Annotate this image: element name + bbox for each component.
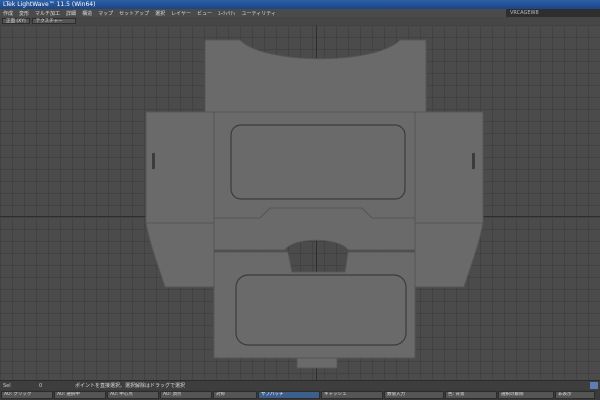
mesh-bottom-tab [296, 357, 338, 369]
mesh-center-upper [213, 111, 416, 219]
title-bar: LTek LightWave™ 11.5 (Win64) [0, 0, 600, 9]
deselect-button[interactable]: 選択の解除 [498, 391, 554, 399]
mesh-left-slot [152, 153, 155, 169]
window-title: LTek LightWave™ 11.5 (Win64) [3, 1, 96, 8]
status-bar: Sel 0 ポイントを直接選択。選択解除はドラッグで選択 [0, 380, 600, 390]
menu-item-select[interactable]: 選択 [152, 10, 168, 17]
ao-vertex-button[interactable]: AO: 頂点 [160, 391, 212, 399]
menu-item-layer[interactable]: レイヤー [168, 10, 194, 17]
color-bg-button[interactable]: 色: 背景 [445, 391, 497, 399]
menu-item-create[interactable]: 作成 [0, 10, 16, 17]
hide-button[interactable]: 非表示 [555, 391, 595, 399]
view-shading-dropdown[interactable]: テクスチャー [31, 18, 76, 24]
menu-item-view[interactable]: ビュー [194, 10, 215, 17]
layer-selector[interactable]: VRCAGEW8 [506, 9, 600, 17]
menu-item-construct[interactable]: 構造 [79, 10, 95, 17]
cache-button[interactable]: キャッシュ [321, 391, 383, 399]
menu-item-modify[interactable]: 変形 [16, 10, 32, 17]
menu-item-detail[interactable]: 詳細 [63, 10, 79, 17]
menu-item-multiply[interactable]: マルチ加工 [32, 10, 63, 17]
menu-item-utility-short[interactable]: ﾕｰﾃｨﾘﾃｨ [215, 10, 239, 17]
view-projection-dropdown[interactable]: 正面 (XY) [2, 18, 30, 24]
symmetry-button[interactable]: 対称 [213, 391, 257, 399]
mesh-left-wing [145, 111, 215, 224]
mesh-model[interactable] [0, 25, 600, 380]
sel-count: 0 [39, 382, 43, 389]
mesh-lower-panel [213, 251, 416, 359]
ao-center-button[interactable]: AO: 中心点 [107, 391, 159, 399]
ao-click-button[interactable]: AO: クリック [1, 391, 53, 399]
numeric-button[interactable]: 数値入力 [384, 391, 444, 399]
mesh-left-flare [145, 222, 215, 288]
mesh-right-flare [414, 222, 484, 288]
bottom-toolbar: AO: クリック AO: 選択中 AO: 中心点 AO: 頂点 対称 サブパッチ… [0, 390, 600, 400]
menu-item-setup[interactable]: セットアップ [116, 10, 152, 17]
menu-item-utility[interactable]: ユーティリティ [239, 10, 279, 17]
mesh-top-panel [204, 39, 427, 116]
status-message: ポイントを直接選択。選択解除はドラッグで選択 [75, 383, 186, 389]
menu-item-map[interactable]: マップ [95, 10, 116, 17]
mesh-right-slot [472, 153, 475, 169]
viewport-header: 正面 (XY) テクスチャー [0, 17, 600, 25]
ao-selected-button[interactable]: AO: 選択中 [54, 391, 106, 399]
window-corner-icon[interactable] [590, 382, 598, 389]
subpatch-button[interactable]: サブパッチ [258, 391, 320, 399]
menu-bar: 作成 変形 マルチ加工 詳細 構造 マップ セットアップ 選択 レイヤー ビュー… [0, 9, 600, 17]
sel-label: Sel [3, 382, 11, 389]
modeler-viewport[interactable] [0, 25, 600, 380]
